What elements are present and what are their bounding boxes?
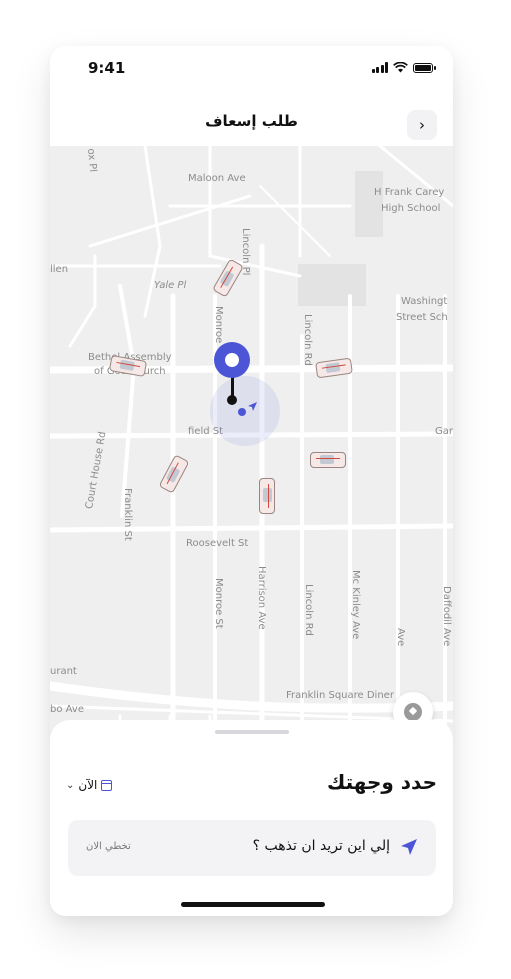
navigation-arrow-icon — [248, 402, 257, 411]
map-label: llen — [50, 264, 69, 275]
signal-icon — [371, 62, 388, 73]
map-label: Daffodil Ave — [441, 586, 452, 647]
time-selector[interactable]: ⌄ الآن — [66, 778, 113, 792]
map-label: Yale Pl — [154, 280, 187, 291]
back-button[interactable]: › — [407, 110, 437, 140]
destination-input[interactable]: تخطي الان إلي اين تريد ان تذهب ؟ — [68, 820, 436, 876]
status-time: 9:41 — [88, 59, 126, 77]
map-label: Lincoln Rd — [302, 314, 313, 366]
map-label: Maloon Ave — [188, 173, 246, 184]
map-label: bo Ave — [50, 704, 84, 715]
time-label: الآن — [78, 778, 98, 792]
chevron-right-icon: › — [419, 116, 425, 134]
header: طلب إسعاف › — [50, 90, 453, 146]
map-view[interactable]: ox Pl Maloon Ave H Frank Carey High Scho… — [50, 146, 453, 766]
destination-placeholder: إلي اين تريد ان تذهب ؟ — [252, 838, 390, 854]
ambulance-car[interactable] — [310, 452, 346, 468]
map-label: Franklin Square Diner — [286, 690, 394, 701]
battery-icon — [413, 62, 436, 73]
map-label: urant — [50, 666, 77, 677]
map-roads — [50, 146, 453, 766]
sheet-title: حدد وجهتك — [326, 770, 437, 794]
pin-dot — [227, 395, 237, 405]
skip-button[interactable]: تخطي الان — [86, 841, 131, 852]
map-label: Ave — [395, 628, 406, 647]
map-label: Mc Kinley Ave — [350, 570, 361, 640]
phone-screen: 9:41 طلب إسعاف › ox Pl Maloon Ave H Fran… — [50, 46, 453, 916]
ambulance-car[interactable] — [259, 478, 275, 514]
home-indicator — [181, 902, 325, 907]
status-bar: 9:41 — [50, 46, 453, 90]
map-label: ox Pl — [85, 148, 99, 173]
map-label: Gar — [435, 426, 453, 437]
map-label: Street Sch — [396, 312, 448, 323]
chevron-down-icon: ⌄ — [66, 779, 75, 791]
page-title: طلب إسعاف — [205, 112, 298, 130]
map-label: Roosevelt St — [186, 538, 249, 549]
user-location-icon — [238, 408, 246, 416]
map-label: Franklin St — [122, 488, 133, 541]
status-icons — [371, 62, 436, 73]
compass-icon — [404, 703, 422, 721]
pin-stem — [231, 377, 234, 397]
navigation-arrow-icon — [401, 839, 417, 855]
map-label: Washingt — [401, 296, 448, 307]
map-label: Monroe St — [213, 578, 224, 629]
bottom-sheet: حدد وجهتك ⌄ الآن تخطي الان إلي اين تريد … — [50, 720, 453, 916]
sheet-drag-handle[interactable] — [215, 730, 289, 734]
location-pin-icon[interactable] — [214, 342, 250, 378]
map-label: High School — [381, 203, 441, 214]
calendar-icon — [101, 779, 113, 791]
map-label: Lincoln Rd — [303, 584, 314, 636]
map-label: Monroe — [213, 306, 224, 344]
map-label: Harrison Ave — [256, 566, 267, 630]
map-label: H Frank Carey — [374, 187, 445, 198]
wifi-icon — [393, 62, 408, 73]
